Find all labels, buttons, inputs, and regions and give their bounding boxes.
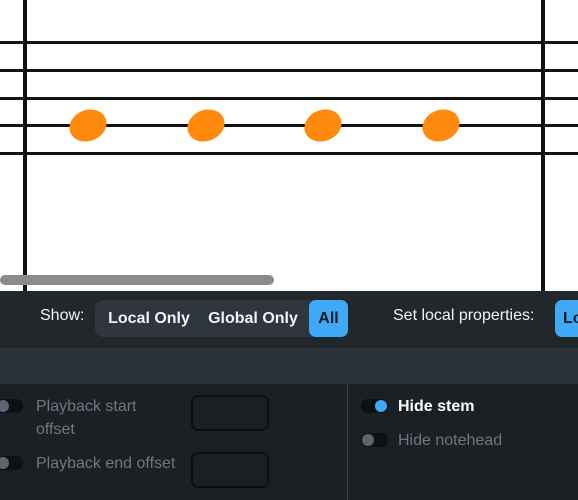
playback-end-offset-label: Playback end offset — [36, 455, 176, 472]
properties-header-strip — [0, 348, 578, 384]
show-label: Show: — [40, 307, 85, 324]
toggle-knob — [375, 400, 387, 412]
properties-panel: Playback start offset Playback end offse… — [0, 384, 578, 500]
hide-notehead-toggle[interactable] — [361, 433, 388, 447]
filter-local-only-button[interactable]: Local Only — [103, 300, 195, 337]
toggle-knob — [362, 434, 374, 446]
notehead-selected[interactable] — [299, 104, 347, 147]
set-local-properties-label: Set local properties: — [393, 307, 535, 324]
notehead-selected[interactable] — [182, 104, 230, 147]
staff-line — [0, 41, 578, 44]
playback-end-offset-toggle[interactable] — [0, 456, 23, 470]
horizontal-scrollbar[interactable] — [0, 275, 274, 285]
toggle-knob — [0, 457, 9, 469]
playback-start-offset-field[interactable] — [191, 395, 269, 431]
staff-line — [0, 97, 578, 100]
playback-start-offset-toggle[interactable] — [0, 399, 23, 413]
hide-notehead-label: Hide notehead — [398, 432, 503, 449]
staff-line — [0, 152, 578, 155]
notehead-selected[interactable] — [417, 104, 465, 147]
properties-filter-bar: Show: Local Only Global Only All Set loc… — [0, 291, 578, 348]
hide-stem-toggle[interactable] — [361, 399, 388, 413]
score-view[interactable] — [0, 0, 578, 291]
label-line: Playback start — [36, 398, 137, 415]
hide-stem-label: Hide stem — [398, 398, 475, 415]
playback-start-offset-label: Playback start offset — [36, 395, 136, 441]
column-divider — [347, 384, 348, 500]
barline — [23, 0, 27, 291]
playback-end-offset-field[interactable] — [191, 452, 269, 488]
barline — [541, 0, 545, 291]
toggle-knob — [0, 400, 9, 412]
show-filter-segmented-control: Local Only Global Only All — [95, 300, 348, 337]
set-local-button[interactable]: Lo — [555, 300, 578, 337]
filter-all-button[interactable]: All — [309, 300, 348, 337]
label-line: offset — [36, 421, 75, 438]
notehead-selected[interactable] — [64, 104, 112, 147]
filter-global-only-button[interactable]: Global Only — [203, 300, 303, 337]
staff-line — [0, 69, 578, 72]
